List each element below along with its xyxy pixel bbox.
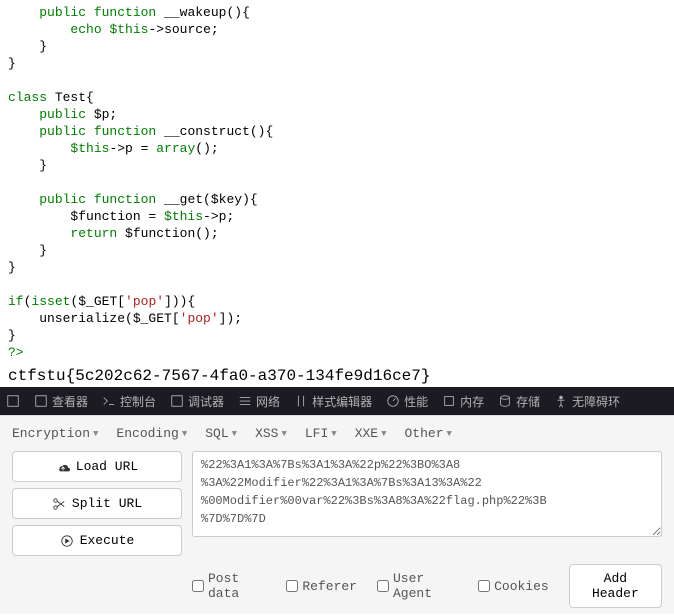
code-editor: public function __wakeup(){ echo $this->…: [0, 0, 674, 365]
flag-output: ctfstu{5c202c62-7567-4fa0-a370-134fe9d16…: [0, 365, 674, 387]
menu-encoding[interactable]: Encoding ▼: [116, 426, 187, 441]
caret-icon: ▼: [232, 429, 237, 439]
opt-user-agent[interactable]: User Agent: [377, 571, 458, 601]
devtools-storage[interactable]: 存储: [498, 393, 540, 410]
menu-xss[interactable]: XSS ▼: [255, 426, 287, 441]
menu-sql[interactable]: SQL ▼: [205, 426, 237, 441]
devtools-network[interactable]: 网络: [238, 393, 280, 410]
menu-encryption[interactable]: Encryption ▼: [12, 426, 98, 441]
menu-lfi[interactable]: LFI ▼: [305, 426, 337, 441]
caret-icon: ▼: [331, 429, 336, 439]
caret-icon: ▼: [381, 429, 386, 439]
opt-post-data[interactable]: Post data: [192, 571, 266, 601]
caret-icon: ▼: [447, 429, 452, 439]
devtools-close-icon[interactable]: [6, 394, 20, 408]
devtools-toolbar[interactable]: 查看器 控制台 调试器 网络 样式编辑器 性能 内存 存储 无障碍环: [0, 387, 674, 415]
hackbar-menu: Encryption ▼ Encoding ▼ SQL ▼ XSS ▼ LFI …: [12, 426, 662, 441]
devtools-perf[interactable]: 性能: [386, 393, 428, 410]
menu-xxe[interactable]: XXE ▼: [355, 426, 387, 441]
url-payload-textarea[interactable]: %22%3A1%3A%7Bs%3A1%3A%22p%22%3BO%3A8 %3A…: [192, 451, 662, 537]
load-url-button[interactable]: Load URL: [12, 451, 182, 482]
execute-button[interactable]: Execute: [12, 525, 182, 556]
play-icon: [60, 534, 74, 548]
devtools-a11y[interactable]: 无障碍环: [554, 393, 620, 410]
add-header-button[interactable]: Add Header: [569, 564, 662, 608]
cloud-icon: [56, 460, 70, 474]
caret-icon: ▼: [93, 429, 98, 439]
scissors-icon: [52, 497, 66, 511]
devtools-console[interactable]: 控制台: [102, 393, 156, 410]
opt-referer[interactable]: Referer: [286, 579, 357, 594]
split-url-button[interactable]: Split URL: [12, 488, 182, 519]
devtools-debugger[interactable]: 调试器: [170, 393, 224, 410]
caret-icon: ▼: [281, 429, 286, 439]
hackbar-options: Post data Referer User Agent Cookies Add…: [192, 564, 662, 608]
devtools-inspector[interactable]: 查看器: [34, 393, 88, 410]
menu-other[interactable]: Other ▼: [405, 426, 452, 441]
opt-cookies[interactable]: Cookies: [478, 579, 549, 594]
devtools-style[interactable]: 样式编辑器: [294, 393, 372, 410]
hackbar-panel: Encryption ▼ Encoding ▼ SQL ▼ XSS ▼ LFI …: [0, 415, 674, 614]
devtools-memory[interactable]: 内存: [442, 393, 484, 410]
caret-icon: ▼: [182, 429, 187, 439]
